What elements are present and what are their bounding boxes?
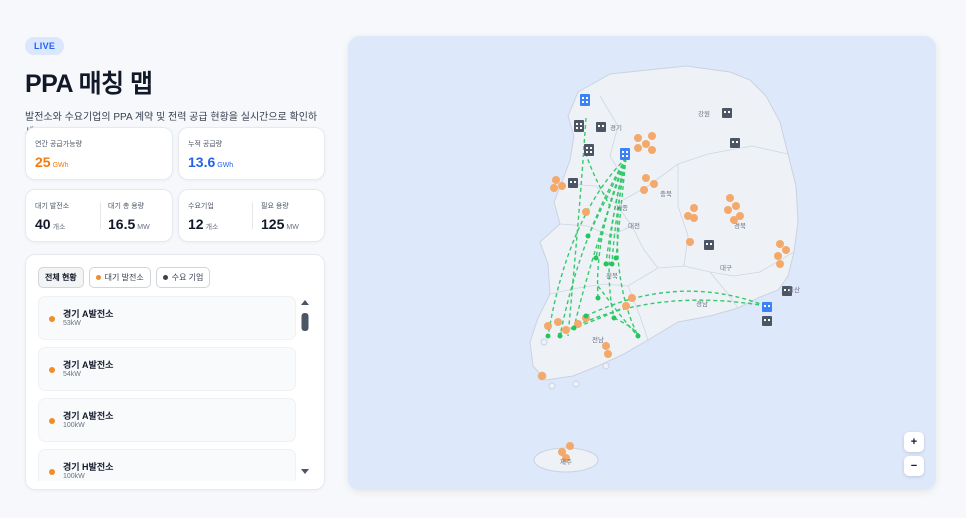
waiting-plants-value: 40 개소: [35, 216, 66, 232]
plant-capacity: 54kW: [63, 371, 81, 378]
plant-list-item[interactable]: 경기 A발전소 54kW: [38, 347, 296, 391]
plant-marker-icon: [582, 208, 590, 216]
plant-list-item[interactable]: 경기 A발전소 100kW: [38, 398, 296, 442]
region-label-chungbuk: 충북: [660, 189, 672, 198]
required-capacity-value: 125 MW: [261, 216, 299, 232]
page-title: PPA 매칭 맵: [25, 70, 153, 98]
list-clip: 경기 H발전소 100kW: [38, 449, 296, 481]
filter-all-label: 전체 현황: [45, 273, 77, 282]
region-label-gyeongbuk: 경북: [734, 221, 746, 230]
plant-dot-icon: [49, 316, 55, 322]
cumulative-supply-card: 누적 공급량 13.6 GWh: [178, 127, 325, 180]
cumulative-supply-label: 누적 공급량: [188, 141, 223, 148]
region-label-jeonnam: 전남: [592, 335, 604, 344]
building-icon: [584, 144, 594, 156]
left-panel: LIVE PPA 매칭 맵 발전소와 수요기업의 PPA 계약 및 전력 공급 …: [25, 36, 325, 138]
annual-supply-card: 연간 공급가능량 25 GWh: [25, 127, 173, 180]
plant-name: 경기 A발전소: [63, 411, 114, 421]
orange-dot-icon: [95, 275, 101, 280]
waiting-plants-label: 대기 발전소: [35, 203, 70, 210]
plant-capacity: 100kW: [63, 422, 85, 429]
plant-capacity: 100kW: [63, 473, 85, 480]
region-label-daegu: 대구: [720, 264, 732, 272]
region-label-gyeongnam: 경남: [696, 299, 708, 308]
region-label-jeju: 제주: [560, 458, 572, 466]
demand-companies-value: 12 개소: [188, 216, 219, 232]
filter-all-button[interactable]: 전체 현황: [38, 267, 84, 288]
demand-card: 수요기업 12 개소 필요 용량 125 MW: [178, 189, 325, 242]
region-label-gyeonggi: 경기: [610, 123, 622, 132]
card-divider: [100, 202, 101, 229]
plant-marker-icon: [538, 372, 546, 380]
cumulative-supply-value: 13.6 GWh: [188, 154, 234, 170]
plant-dot-icon: [49, 418, 55, 424]
building-icon: [704, 240, 714, 250]
korea-mainland: [529, 65, 799, 381]
zoom-out-button[interactable]: −: [904, 456, 924, 476]
plant-marker-icon: [686, 238, 694, 246]
live-badge: LIVE: [25, 37, 65, 55]
region-label-daejeon: 대전: [628, 221, 640, 230]
waiting-capacity-value: 16.5 MW: [108, 216, 150, 232]
region-label-gangwon: 강원: [698, 109, 710, 118]
plant-name: 경기 A발전소: [63, 309, 114, 319]
plant-dot-icon: [49, 367, 55, 373]
building-icon-active: [620, 148, 630, 160]
filter-demand-label: 수요 기업: [171, 273, 204, 282]
dark-dot-icon: [162, 275, 168, 280]
filter-plants-label: 대기 발전소: [104, 273, 144, 282]
plant-capacity: 53kW: [63, 320, 81, 327]
building-icon: [596, 122, 606, 132]
plant-name: 경기 A발전소: [63, 360, 114, 370]
required-capacity-label: 필요 용량: [261, 203, 289, 210]
filter-bar: 전체 현황 대기 발전소 수요 기업: [38, 267, 211, 288]
building-icon: [730, 138, 740, 148]
filter-demand-button[interactable]: 수요 기업: [155, 267, 211, 288]
scroll-up-icon: [301, 300, 309, 305]
card-divider: [252, 202, 253, 229]
plant-list-item[interactable]: 경기 A발전소 53kW: [38, 296, 296, 340]
waiting-plants-card: 대기 발전소 40 개소 대기 총 용량 16.5 MW: [25, 189, 173, 242]
plant-list-panel: 전체 현황 대기 발전소 수요 기업 경기 A발전소 53kW 경기 A발전소 …: [25, 254, 325, 490]
demand-companies-label: 수요기업: [188, 203, 214, 210]
waiting-capacity-label: 대기 총 용량: [108, 203, 145, 210]
filter-plants-button[interactable]: 대기 발전소: [88, 267, 151, 288]
building-icon-active: [580, 94, 590, 106]
plant-dot-icon: [49, 469, 55, 475]
region-label-sejong: 세종: [616, 203, 628, 212]
scroll-thumb: [301, 313, 309, 331]
scroll-down-icon: [301, 469, 309, 474]
building-icon: [762, 316, 772, 326]
building-icon: [574, 120, 584, 132]
annual-supply-value: 25 GWh: [35, 154, 69, 170]
building-icon: [722, 108, 732, 118]
building-icon: [568, 178, 578, 188]
region-label-jeonbuk: 전북: [606, 271, 618, 280]
list-scrollbar[interactable]: [300, 297, 310, 477]
building-icon-active: [762, 302, 772, 312]
region-label-ulsan: 울산: [788, 285, 800, 294]
plant-name: 경기 H발전소: [63, 462, 114, 472]
annual-supply-label: 연간 공급가능량: [35, 141, 83, 148]
map-panel[interactable]: 강원 경기 충북 세종 대전 경북 대구 전북 경남 울산 전남 제주 + −: [348, 36, 936, 490]
plant-list-item[interactable]: 경기 H발전소 100kW: [38, 449, 296, 481]
zoom-in-button[interactable]: +: [904, 432, 924, 452]
